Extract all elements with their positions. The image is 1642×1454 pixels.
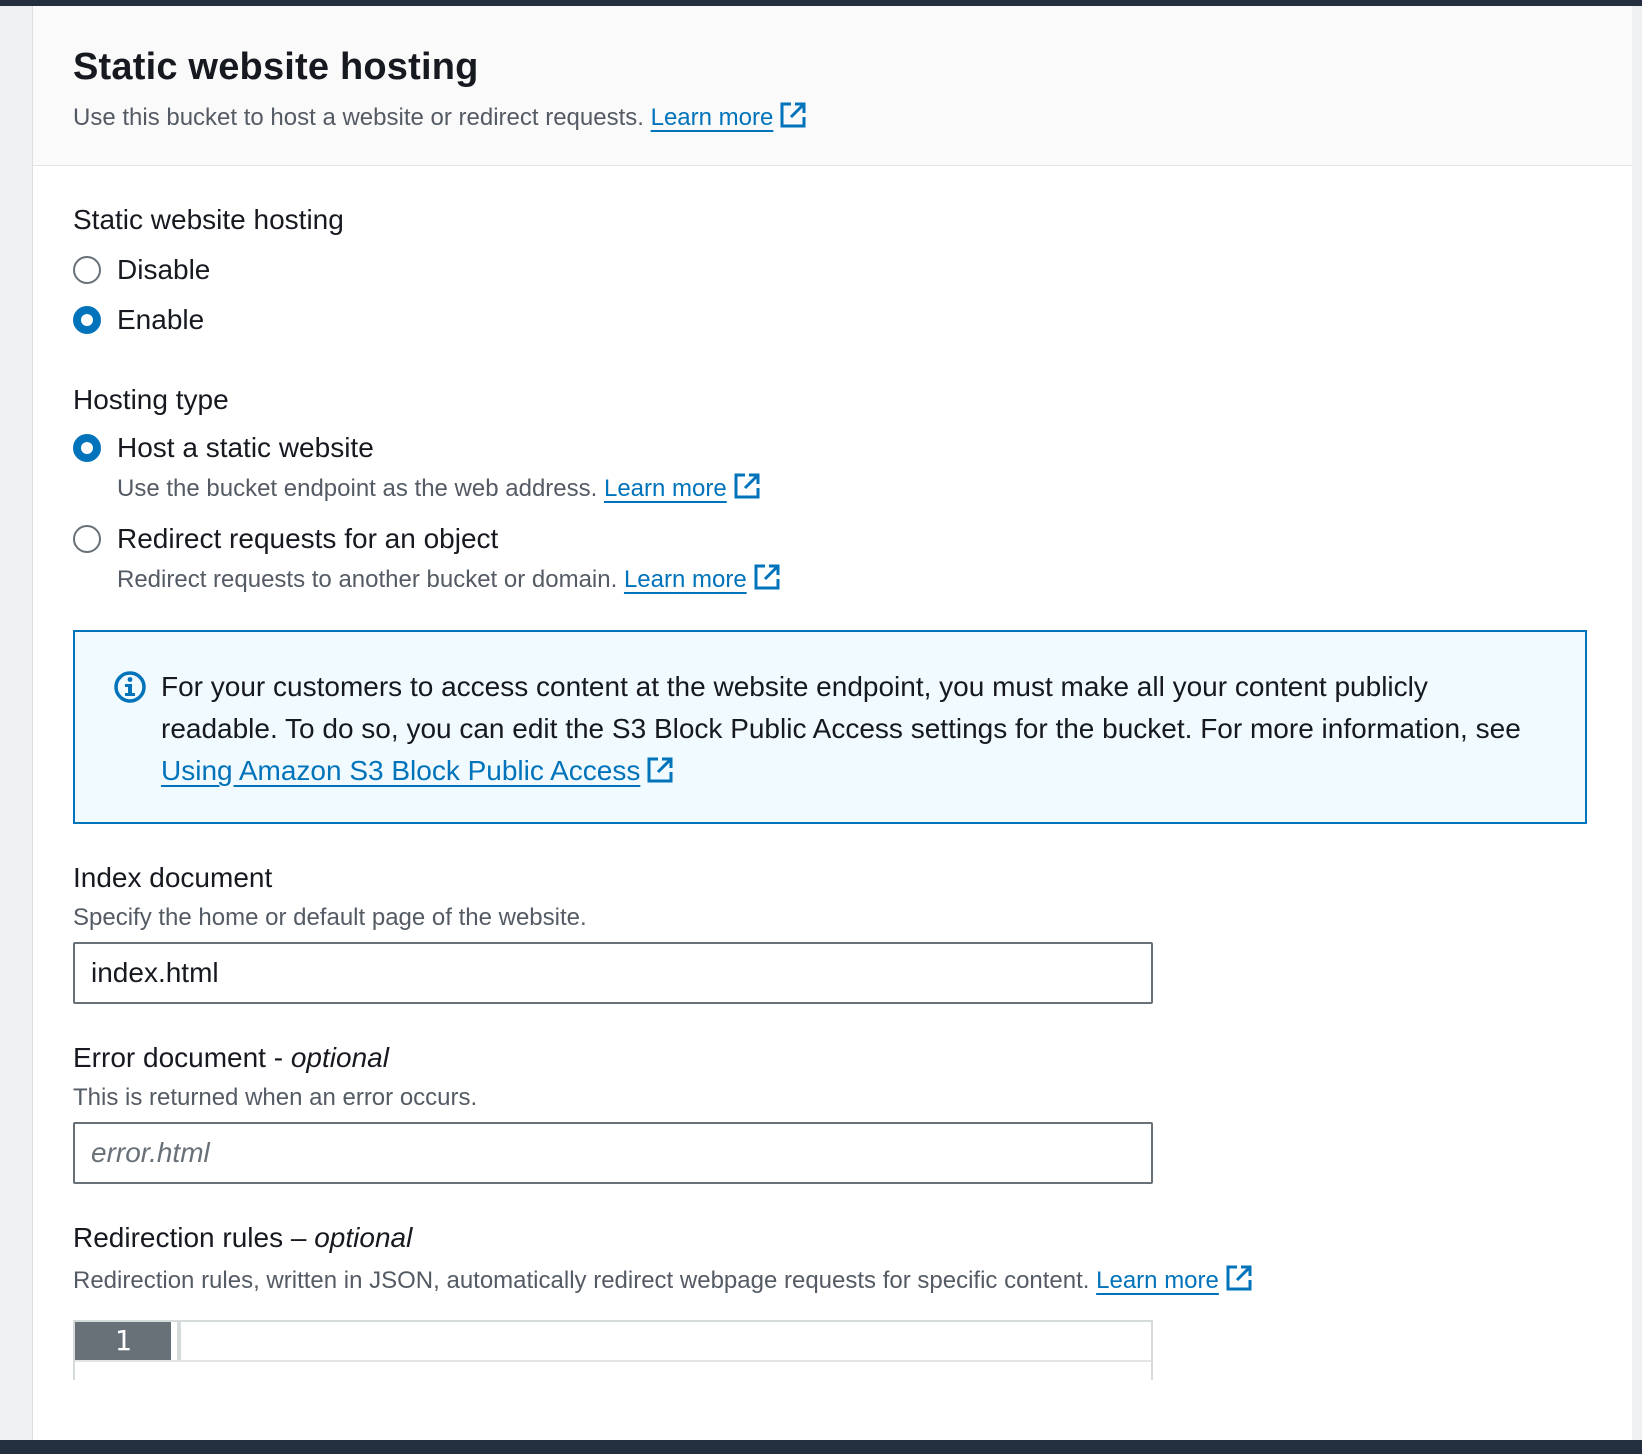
radio-enable-label: Enable	[117, 304, 205, 335]
info-alert: For your customers to access content at …	[73, 630, 1587, 824]
radio-redirect-circle[interactable]	[73, 525, 101, 553]
editor-gutter-divider	[177, 1322, 181, 1360]
alert-message: For your customers to access content at …	[161, 666, 1545, 822]
host-static-description-text: Use the bucket endpoint as the web addre…	[117, 475, 598, 502]
radio-disable[interactable]: Disable	[73, 250, 1632, 290]
index-document-description: Specify the home or default page of the …	[73, 904, 587, 931]
radio-redirect-label: Redirect requests for an object	[117, 523, 499, 554]
panel-description: Use this bucket to host a website or red…	[73, 101, 1632, 132]
index-document-value: index.html	[91, 957, 219, 988]
redirection-rules-optional: optional	[314, 1222, 413, 1253]
redirection-learn-more-link[interactable]: Learn more	[1096, 1267, 1219, 1294]
panel-description-text: Use this bucket to host a website or red…	[73, 104, 644, 131]
panel-header: Static website hosting Use this bucket t…	[33, 6, 1632, 166]
redirection-rules-editor[interactable]: 1	[73, 1320, 1153, 1380]
error-document-input[interactable]: error.html	[73, 1122, 1153, 1184]
error-document-optional: optional	[290, 1042, 389, 1073]
radio-host-static-website[interactable]: Host a static website	[73, 428, 1632, 468]
alert-text: For your customers to access content at …	[161, 671, 1521, 744]
error-document-label-text: Error document -	[73, 1042, 291, 1073]
radio-enable-circle[interactable]	[73, 306, 101, 334]
external-link-icon[interactable]	[646, 756, 674, 784]
redirect-learn-more-label: Learn more	[623, 566, 747, 593]
block-public-access-link[interactable]: Using Amazon S3 Block Public Access	[161, 755, 640, 786]
editor-line-number: 1	[75, 1322, 171, 1360]
editor-line-divider	[75, 1360, 1151, 1362]
external-link-icon[interactable]	[733, 472, 761, 500]
external-link-icon[interactable]	[1225, 1264, 1253, 1292]
error-document-description: This is returned when an error occurs.	[73, 1084, 478, 1111]
redirect-learn-more-link[interactable]: Learn more	[624, 566, 747, 593]
redirect-description-text: Redirect requests to another bucket or d…	[117, 566, 618, 593]
header-learn-more-link[interactable]: Learn more	[651, 104, 774, 131]
block-public-access-label: Using Amazon S3 Block Public Access	[161, 755, 641, 786]
page-background-right	[1632, 6, 1642, 1440]
radio-enable[interactable]: Enable	[73, 300, 1632, 340]
error-document-placeholder: error.html	[91, 1137, 210, 1168]
redirection-rules-description: Redirection rules, written in JSON, auto…	[73, 1264, 1632, 1295]
index-document-input[interactable]: index.html	[73, 942, 1153, 1004]
external-link-icon[interactable]	[779, 101, 807, 129]
external-link-icon[interactable]	[753, 563, 781, 591]
radio-disable-circle[interactable]	[73, 256, 101, 284]
redirection-rules-label-text: Redirection rules –	[73, 1222, 315, 1253]
host-static-description: Use the bucket endpoint as the web addre…	[117, 472, 1632, 503]
radio-redirect-requests[interactable]: Redirect requests for an object	[73, 519, 1632, 559]
redirection-rules-label: Redirection rules – optional	[73, 1222, 1632, 1254]
hosting-type-label: Hosting type	[73, 384, 229, 415]
error-document-label: Error document - optional	[73, 1042, 1632, 1074]
radio-disable-label: Disable	[117, 254, 211, 285]
radio-host-static-label: Host a static website	[117, 432, 374, 463]
index-document-label: Index document	[73, 862, 273, 893]
redirection-rules-description-text: Redirection rules, written in JSON, auto…	[73, 1267, 1090, 1294]
radio-host-static-circle[interactable]	[73, 434, 101, 462]
redirection-learn-more-label: Learn more	[1096, 1267, 1219, 1294]
host-static-learn-more-label: Learn more	[603, 475, 727, 502]
panel-body: Static website hosting Disable Enable Ho…	[33, 166, 1632, 1295]
header-learn-more-label: Learn more	[650, 104, 774, 131]
page-background-left	[0, 6, 32, 1440]
info-icon	[113, 670, 149, 822]
panel-title: Static website hosting	[73, 46, 479, 88]
redirect-description: Redirect requests to another bucket or d…	[117, 563, 1632, 594]
static-website-hosting-panel: Static website hosting Use this bucket t…	[32, 6, 1632, 1440]
host-static-learn-more-link[interactable]: Learn more	[604, 475, 727, 502]
hosting-toggle-label: Static website hosting	[73, 204, 344, 235]
